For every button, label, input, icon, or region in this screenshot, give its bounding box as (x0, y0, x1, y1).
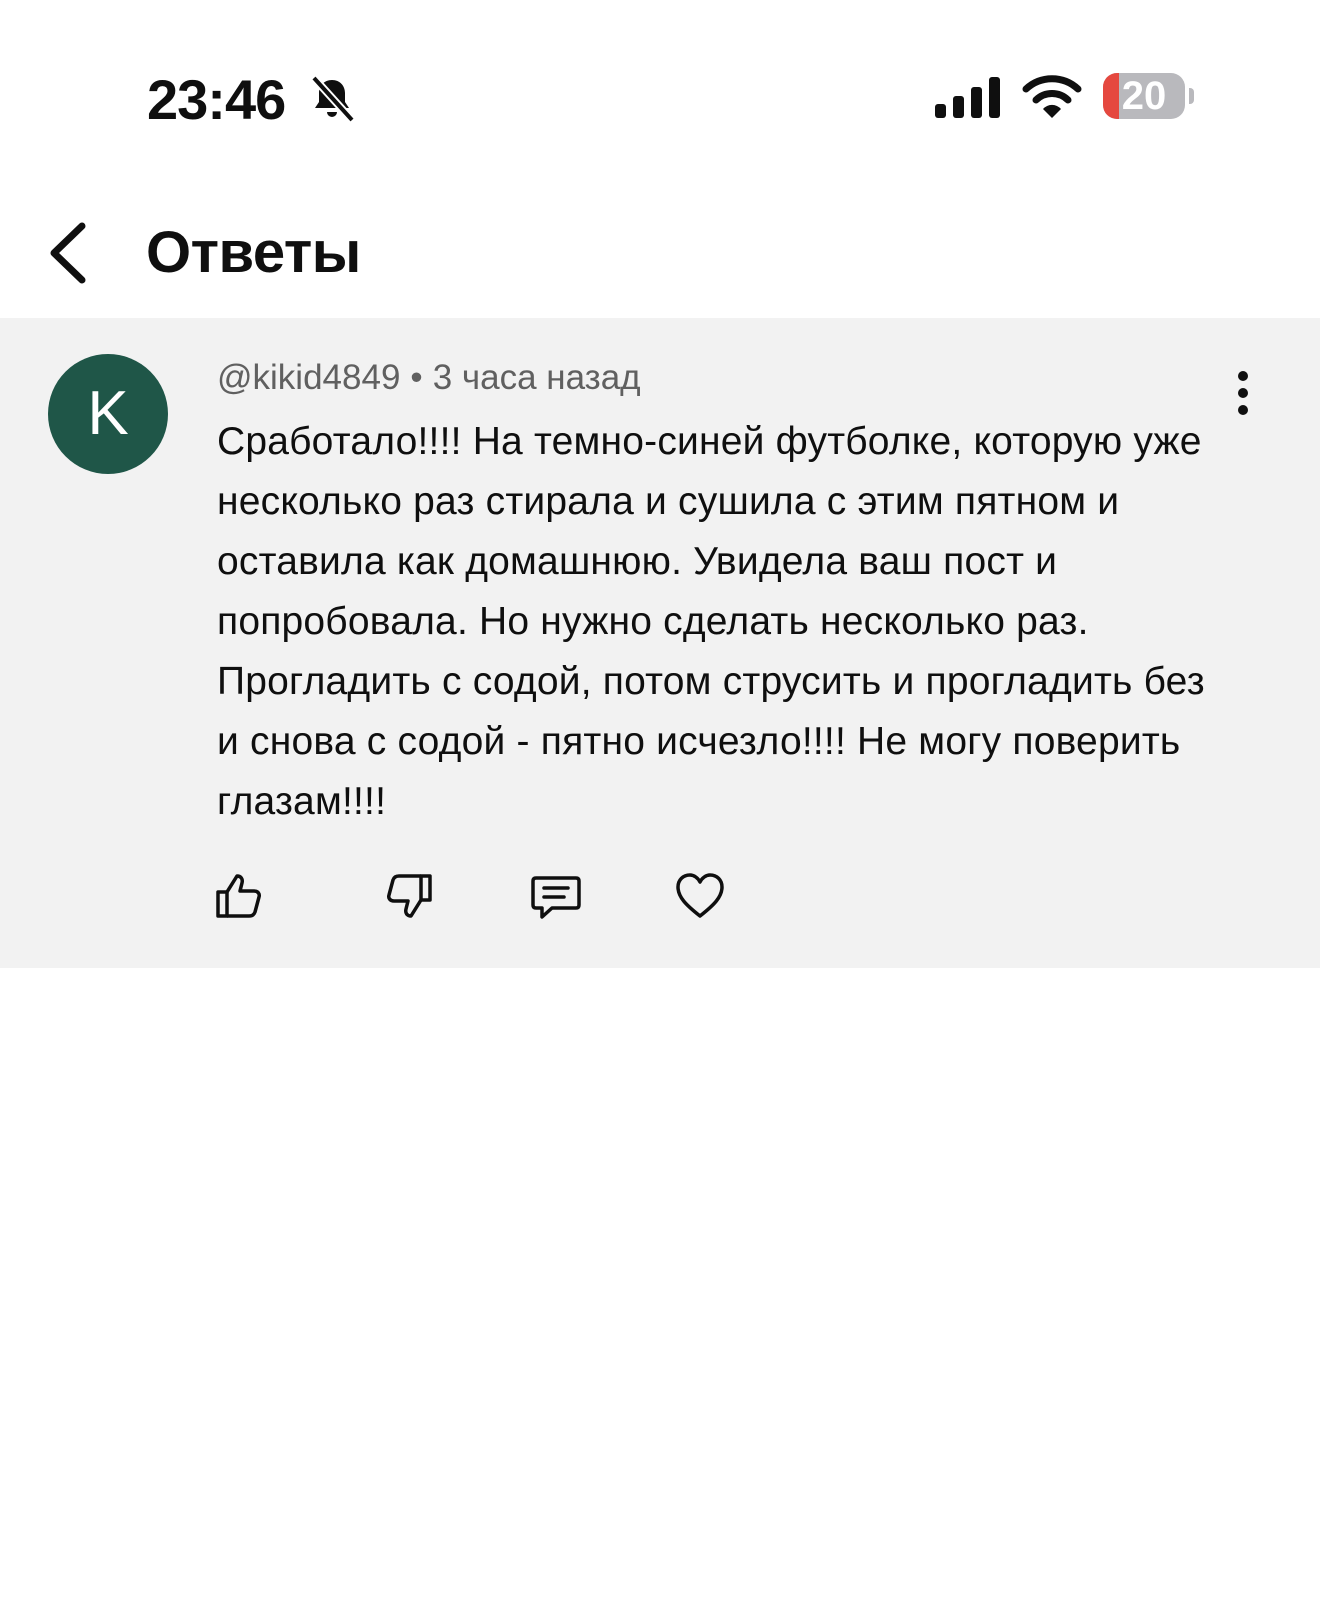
bell-muted-icon (311, 75, 355, 123)
battery-cap (1189, 88, 1194, 104)
page-title: Ответы (146, 220, 361, 285)
status-time: 23:46 (147, 68, 286, 131)
wifi-icon (1022, 75, 1082, 118)
like-button[interactable] (214, 870, 266, 922)
battery-body: 20 (1103, 73, 1185, 119)
battery-icon: 20 (1103, 73, 1194, 119)
comment-card: K @kikid4849 • 3 часа назад Сработало!!!! … (0, 318, 1320, 968)
reply-button[interactable] (530, 870, 582, 922)
more-vertical-icon[interactable] (1226, 368, 1260, 418)
comment-meta: @kikid4849 • 3 часа назад (217, 354, 641, 402)
comment-text: Сработало!!!! На темно-синей футболке, к… (217, 420, 1205, 823)
signal-icon (935, 77, 1000, 118)
reply-icon (531, 876, 581, 919)
battery-level: 20 (1121, 74, 1167, 118)
dislike-button[interactable] (382, 870, 434, 922)
status-bar: 23:46 20 (0, 0, 1320, 200)
heart-icon (676, 873, 724, 918)
chevron-left-icon[interactable] (40, 220, 102, 286)
comment-time: 3 часа назад (432, 358, 641, 397)
avatar[interactable]: K (48, 354, 168, 474)
thumb-up-icon (216, 874, 261, 918)
thumb-down-icon (387, 874, 432, 918)
comment-author[interactable]: @kikid4849 (217, 358, 400, 397)
header: Ответы (0, 200, 1320, 318)
meta-separator: • (410, 358, 423, 397)
heart-button[interactable] (674, 870, 726, 922)
